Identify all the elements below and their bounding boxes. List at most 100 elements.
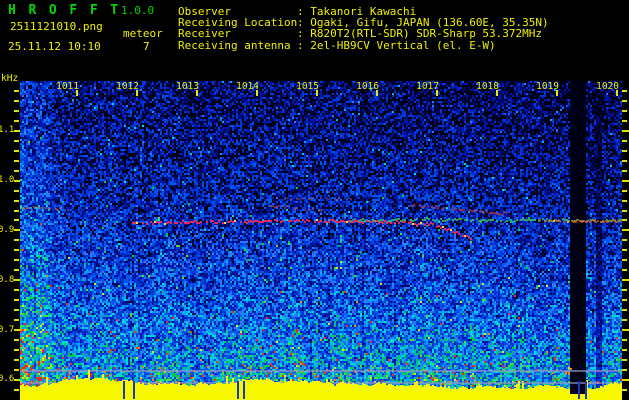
freq-tick (622, 269, 627, 272)
freq-tick (622, 139, 627, 142)
freq-tick (14, 209, 19, 212)
freq-tick (622, 348, 627, 351)
freq-tick (622, 159, 627, 162)
time-tick (376, 90, 378, 96)
info-label: Receiver (178, 27, 231, 41)
filename-label: 2511121010.png (10, 20, 103, 33)
freq-tick (14, 109, 19, 112)
time-tick (316, 90, 318, 96)
freq-tick (622, 279, 629, 282)
freq-tick (622, 199, 627, 202)
freq-tick (14, 358, 19, 361)
time-tick (556, 90, 558, 96)
freq-tick (622, 169, 627, 172)
freq-tick (14, 139, 19, 142)
freq-tick (14, 99, 19, 102)
freq-tick (622, 329, 629, 332)
freq-tick (14, 219, 19, 222)
time-tick (196, 90, 198, 96)
freq-tick (622, 99, 627, 102)
freq-tick (14, 348, 19, 351)
freq-tick (14, 319, 19, 322)
time-tick (496, 90, 498, 96)
freq-label: 0.6 (0, 374, 15, 385)
freq-label: 0.9 (0, 224, 15, 235)
freq-tick (14, 119, 19, 122)
time-label: 1016 (356, 81, 379, 92)
freq-label: 1.0 (0, 175, 15, 186)
info-colon: : (297, 38, 311, 52)
freq-tick (622, 149, 627, 152)
time-label: 1020 (596, 81, 619, 92)
freq-label: 0.7 (0, 324, 15, 335)
freq-tick (14, 259, 19, 262)
freq-tick (14, 388, 19, 391)
freq-label: 0.8 (0, 274, 15, 285)
time-label: 1013 (176, 81, 199, 92)
spectrogram (20, 81, 622, 400)
freq-tick (14, 199, 19, 202)
freq-tick (622, 378, 629, 381)
freq-tick (14, 239, 19, 242)
freq-tick (14, 279, 20, 282)
time-tick (256, 90, 258, 96)
app-version: 1.0.0 (121, 4, 155, 17)
freq-tick (622, 239, 627, 242)
info-label: Receiving antenna (178, 38, 291, 52)
echo-count: 7 (143, 40, 150, 53)
time-label: 1012 (116, 81, 139, 92)
datetime-label: 25.11.12 10:10 (8, 40, 101, 53)
freq-tick (622, 249, 627, 252)
freq-tick (622, 319, 627, 322)
freq-tick (622, 358, 627, 361)
time-label: 1015 (296, 81, 319, 92)
freq-tick (622, 129, 629, 132)
freq-tick (14, 329, 20, 332)
freq-tick (622, 259, 627, 262)
freq-tick (622, 388, 627, 391)
freq-tick (622, 229, 629, 232)
freq-tick (622, 368, 627, 371)
time-tick (616, 90, 618, 96)
info-value: 2el-HB9CV Vertical (el. E-W) (310, 38, 496, 52)
freq-tick (14, 149, 19, 152)
mode-label: meteor (123, 27, 163, 40)
freq-tick (14, 309, 19, 312)
freq-tick (14, 90, 19, 92)
time-tick (76, 90, 78, 96)
app-title: H R O F F T (8, 3, 121, 18)
time-label: 1014 (236, 81, 259, 92)
time-label: 1011 (56, 81, 79, 92)
freq-tick (14, 269, 19, 272)
freq-tick (14, 339, 19, 341)
freq-tick (622, 339, 627, 341)
freq-tick (14, 368, 19, 371)
freq-axis-unit: kHz (1, 73, 19, 84)
freq-tick (14, 229, 20, 232)
freq-tick (14, 129, 20, 132)
freq-tick (622, 309, 627, 312)
freq-tick (622, 119, 627, 122)
freq-tick (14, 179, 20, 182)
freq-tick (622, 219, 627, 222)
time-label: 1019 (536, 81, 559, 92)
freq-tick (14, 289, 19, 292)
freq-tick (14, 189, 19, 192)
time-label: 1018 (476, 81, 499, 92)
freq-tick (622, 189, 627, 192)
freq-tick (14, 249, 19, 252)
freq-tick (622, 299, 627, 302)
hrofft-window: H R O F F T 1.0.0 2511121010.png meteor … (0, 0, 629, 400)
station-info: Observer: Takanori Kawachi Receiving Loca… (178, 6, 549, 51)
station-info-row: Receiving antenna: 2el-HB9CV Vertical (e… (178, 38, 549, 52)
freq-label: 1.1 (0, 125, 15, 136)
freq-tick (622, 90, 627, 92)
time-tick (136, 90, 138, 96)
freq-tick (14, 169, 19, 172)
freq-tick (622, 109, 627, 112)
freq-tick (622, 179, 629, 182)
freq-tick (14, 159, 19, 162)
freq-tick (14, 378, 20, 381)
freq-tick (14, 299, 19, 302)
time-tick (436, 90, 438, 96)
